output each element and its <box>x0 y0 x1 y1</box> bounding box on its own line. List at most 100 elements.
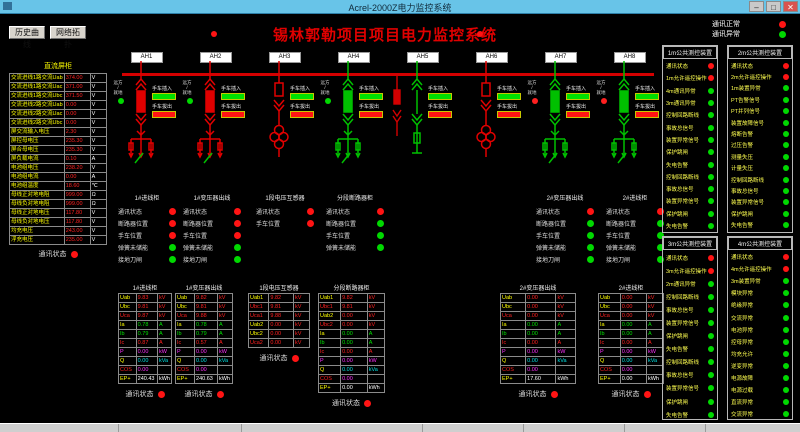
signal-led <box>708 75 714 81</box>
pt-symbol[interactable] <box>471 61 501 189</box>
dc-row-unit: Ω <box>91 191 106 199</box>
feeder-breaker-symbol[interactable] <box>126 61 156 189</box>
signal-row: 直流异常 <box>731 396 789 408</box>
signal-led <box>708 211 714 217</box>
status-row: 通讯状态 <box>606 205 664 217</box>
cart-indicators: 手车插入 手车拔出 <box>428 86 456 122</box>
bay-graphics: 远方/ 就地 <box>250 40 319 192</box>
dc-row-value: 374.00 <box>65 74 91 82</box>
signal-row: 控制回路断线 <box>666 356 714 369</box>
table-row: P0.00kW <box>501 348 575 357</box>
feeder-breaker-symbol[interactable] <box>540 61 570 189</box>
signal-row: 3m允许遥控操作 <box>666 264 714 277</box>
dc-table-row: 母线负对地电阻 999.00 Ω <box>10 200 106 209</box>
dc-row-label: 母线正对地电压 <box>10 209 65 217</box>
cart-out-indicator <box>290 111 314 118</box>
remote-local-label: 远方/ 就地 <box>595 80 607 95</box>
status-row: 弹簧未储能 <box>536 241 594 253</box>
bay-graphics: 远方/ 就地 <box>388 40 457 192</box>
dc-table-row: 母线负对地电压 117.80 V <box>10 218 106 227</box>
table-row: Ia0.00A <box>501 321 575 330</box>
cart-out-indicator <box>566 111 590 118</box>
signal-row: 通讯状态 <box>731 251 789 263</box>
dc-row-unit: Ω <box>91 200 106 208</box>
remote-local-label: 远方/ 就地 <box>526 80 538 95</box>
dc-table-row: 屏合母电压 235.30 V <box>10 146 106 155</box>
signal-led <box>708 399 714 405</box>
comm-status-led <box>364 400 371 407</box>
signal-led <box>783 63 789 69</box>
status-led <box>377 220 384 227</box>
dc-table-row: 均充电压 243.00 V <box>10 227 106 236</box>
remote-local-indicator <box>601 98 607 104</box>
dc-row-label: 交流进线2路交流Uab <box>10 101 65 109</box>
comm-status-led <box>292 355 299 362</box>
signal-row: 1m装置异常 <box>731 83 789 94</box>
signal-led <box>708 112 714 118</box>
status-group-title: 1#变压器出线 <box>183 193 241 202</box>
pt-symbol[interactable] <box>264 61 294 189</box>
signal-row: 失电告警 <box>666 158 714 170</box>
signal-row: 保护跳闸 <box>666 330 714 343</box>
dc-row-unit: V <box>91 137 106 145</box>
signal-led <box>783 108 789 114</box>
cart-in-indicator <box>497 93 521 100</box>
dc-table-row: 屏控母电压 235.30 V <box>10 137 106 146</box>
dc-row-unit: A <box>91 173 106 181</box>
comm-status-label: 通讯状态 <box>126 389 154 399</box>
status-group-title: 1段电压互感器 <box>256 193 314 202</box>
maximize-button[interactable]: □ <box>766 1 781 12</box>
dc-row-value: 2.30 <box>65 128 91 136</box>
network-topology-button[interactable]: 网络拓扑 <box>50 26 86 39</box>
dc-table-row: 浮充电压 235.00 V <box>10 236 106 245</box>
panel-2m-device: 2m公共测控装置 通讯状态2m允许遥控操作1m装置异常PT告警信号PT并列信号装… <box>727 45 793 233</box>
signal-row: 测量失压 <box>731 151 789 162</box>
table-row: Ic0.00A <box>319 348 384 357</box>
signal-led <box>783 302 789 308</box>
dc-table-row: 母线正对地电阻 999.00 Ω <box>10 191 106 200</box>
signal-led <box>783 120 789 126</box>
status-row: 手车位置 <box>256 217 314 229</box>
table-row: Q0.00kVa <box>501 357 575 366</box>
signal-led <box>708 268 714 274</box>
signal-led <box>783 154 789 160</box>
dc-table-row: 交流进线1路交流Uab 374.00 V <box>10 74 106 83</box>
panel-title: 1m公共测控装置 <box>663 46 717 59</box>
history-curve-button[interactable]: 历史曲线 <box>9 26 45 39</box>
table-row: Ic0.87A <box>119 339 171 348</box>
signal-led <box>708 149 714 155</box>
truck-breaker-symbol[interactable] <box>402 61 432 189</box>
signal-led <box>783 188 789 194</box>
dc-measurement-table: 交流进线1路交流Uab 374.00 V 交流进线1路交流Uac 371.00 … <box>9 73 107 245</box>
signal-led <box>783 290 789 296</box>
signal-row: 过压告警 <box>731 140 789 151</box>
status-group-title: 1#进线柜 <box>118 193 176 202</box>
meas-table-transformer2: 2#变压器出线 Uab0.00kVUbc0.00kVUca0.00kVIa0.0… <box>500 283 576 399</box>
feeder-breaker-symbol[interactable] <box>195 61 225 189</box>
status-row: 断路器位置 <box>118 217 176 229</box>
dc-table-row: 屏交流输入电压 2.30 V <box>10 128 106 137</box>
status-led <box>587 256 594 263</box>
table-row: EP+240.63kWh <box>176 375 232 384</box>
signal-row: 失电告警 <box>666 220 714 232</box>
status-row: 弹簧未储能 <box>326 241 384 253</box>
cart-out-indicator <box>497 111 521 118</box>
signal-row: 电池异常 <box>731 324 789 336</box>
minimize-button[interactable]: – <box>749 1 764 12</box>
signal-row: 均充允许 <box>731 348 789 360</box>
dc-row-label: 母线负对地电阻 <box>10 200 65 208</box>
table-row: Uab19.82kV <box>249 294 309 303</box>
scada-window: Acrel-2000Z电力监控系统 – □ ✕ 历史曲线 网络拓扑 锡林郭勒项目… <box>0 0 800 432</box>
feeder-breaker-symbol[interactable] <box>333 61 363 189</box>
diagram-bay: AH7 远方/ 就地 <box>526 40 595 192</box>
status-led <box>377 208 384 215</box>
table-row: Uca9.87kV <box>119 312 171 321</box>
bay-graphics: 远方/ 就地 <box>319 40 388 192</box>
close-button[interactable]: ✕ <box>783 1 798 12</box>
cart-in-label: 手车插入 <box>359 86 387 92</box>
status-group-pt1: 1段电压互感器 通讯状态手车位置 <box>256 193 314 229</box>
led-red-icon <box>779 21 786 28</box>
feeder-breaker-symbol[interactable] <box>609 61 639 189</box>
signal-led <box>783 142 789 148</box>
signal-row: 交流异常 <box>731 311 789 323</box>
